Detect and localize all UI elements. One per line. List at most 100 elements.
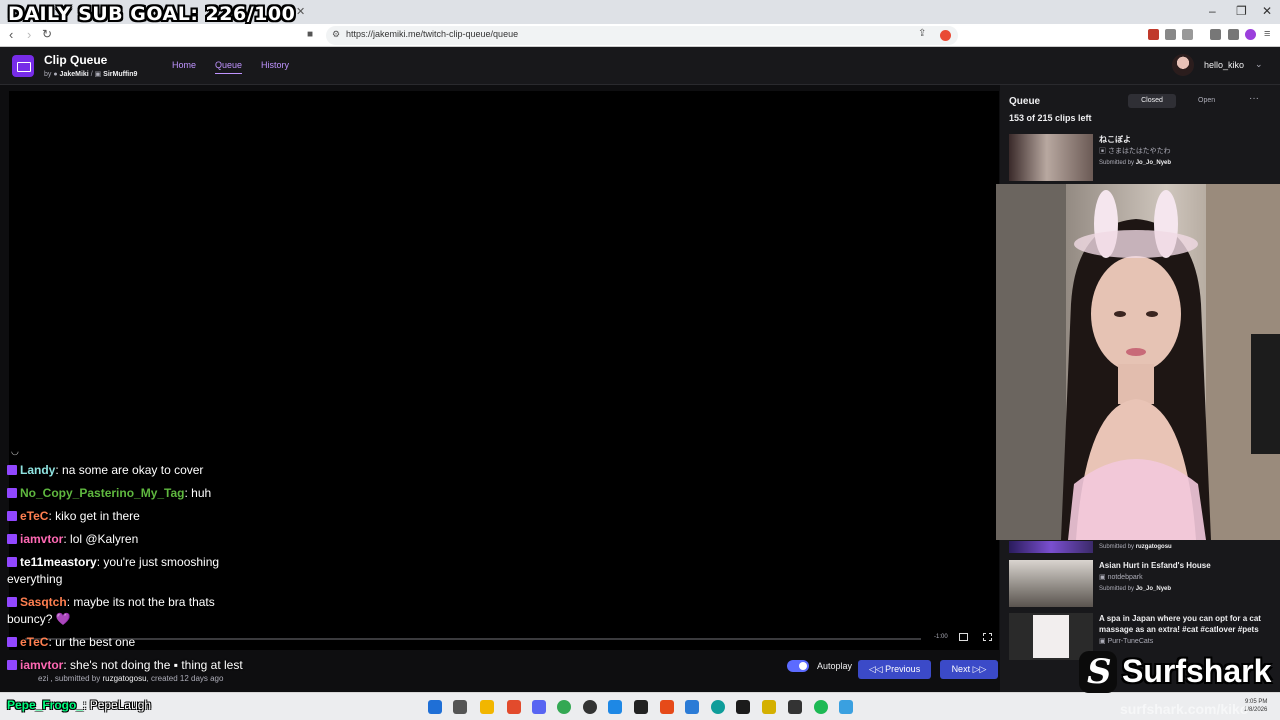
credits-author1[interactable]: JakeMiki — [60, 71, 89, 78]
chat-message: te11meastory: you're just smooshing ever… — [7, 555, 220, 586]
window-icon[interactable] — [685, 700, 699, 714]
surfshark-watermark: Surfshark — [1122, 653, 1272, 689]
queue-count: 153 of 215 clips left — [1009, 113, 1092, 123]
site-info-icon[interactable]: ⚙ — [332, 29, 340, 40]
twitch-logo-icon[interactable] — [12, 55, 34, 77]
capcut-icon[interactable] — [634, 700, 648, 714]
queue-open-button[interactable]: Open — [1198, 97, 1215, 104]
twitch-badge-icon — [7, 465, 17, 475]
puzzle-icon[interactable] — [1165, 29, 1176, 40]
brave-shield-icon[interactable] — [940, 30, 951, 41]
chat-message: eTeC: ur the best one — [7, 634, 257, 651]
submitted-by-label: Submitted by — [1099, 586, 1135, 592]
chat-message: Landy: na some are okay to cover — [7, 462, 257, 479]
username[interactable]: hello_kiko — [1204, 60, 1244, 70]
submitted-by-label: Submitted by — [1099, 160, 1135, 166]
sidebar-icon[interactable] — [1182, 29, 1193, 40]
nav-history[interactable]: History — [261, 60, 289, 70]
clip-channel: ▣ さまはたはたやたわ — [1099, 148, 1171, 155]
chat-nick: Sasqtch — [20, 595, 67, 609]
app-credits: by ● JakeMiki / ▣ SirMuffin9 — [44, 70, 137, 78]
volume-icon[interactable]: ◡ — [11, 446, 19, 457]
app-icon[interactable] — [608, 700, 622, 714]
submitted-by-label: Submitted by — [1099, 544, 1135, 550]
clip-channel: ▣ notdebpark — [1099, 574, 1143, 581]
chat-message: iamvtor: lol @Kalyren — [7, 531, 257, 548]
maximize-icon[interactable]: ❐ — [1236, 4, 1247, 18]
surfshark-url: surfshark.com/kiko — [1120, 701, 1249, 717]
menu-icon[interactable]: ≡ — [1264, 28, 1270, 40]
twitch-badge-icon — [7, 488, 17, 498]
chrome-icon[interactable] — [557, 700, 571, 714]
terminal-icon[interactable] — [788, 700, 802, 714]
credits-by: by — [44, 71, 52, 78]
clip-channel-name: さまはたはたやたわ — [1107, 148, 1171, 155]
close-window-icon[interactable]: ✕ — [1262, 4, 1272, 18]
time-remaining: -1:00 — [934, 634, 948, 640]
brave-icon[interactable] — [507, 700, 521, 714]
edge-icon[interactable] — [711, 700, 725, 714]
profile-icon[interactable] — [1245, 29, 1256, 40]
chat-message: No_Copy_Pasterino_My_Tag: huh — [7, 485, 257, 502]
next-button[interactable]: Next ▷▷ — [940, 660, 998, 679]
chat-message: iamvtor: she's not doing the ▪ thing at … — [7, 657, 257, 674]
twitch-badge-icon — [7, 534, 17, 544]
app2-icon[interactable] — [762, 700, 776, 714]
previous-button[interactable]: ◁◁ Previous — [858, 660, 931, 679]
twitch-badge-icon — [7, 660, 17, 670]
url-text: https://jakemiki.me/twitch-clip-queue/qu… — [346, 29, 519, 39]
forward-icon[interactable]: › — [27, 27, 31, 42]
autoplay-label: Autoplay — [817, 661, 853, 671]
share-icon[interactable]: ⇪ — [918, 28, 926, 39]
app-header: Clip Queue by ● JakeMiki / ▣ SirMuffin9 … — [0, 47, 1280, 85]
queue-item[interactable]: ねこぼよ ▣ さまはたはたやたわ Submitted by Jo_Jo_Nyeb — [1009, 134, 1277, 182]
submitter-name: ruzgatogosu — [1135, 544, 1172, 550]
pip-icon[interactable] — [959, 633, 968, 641]
credits-author2[interactable]: SirMuffin9 — [103, 71, 137, 78]
start-icon[interactable] — [428, 700, 442, 714]
obs-icon[interactable] — [583, 700, 597, 714]
avatar[interactable] — [1172, 54, 1194, 76]
chat-nick: Landy — [20, 463, 56, 477]
tab-close-icon[interactable]: ✕ — [296, 5, 305, 18]
media-icon[interactable] — [1210, 29, 1221, 40]
chat-text: ur the best one — [55, 635, 136, 649]
next-label: Next — [951, 664, 971, 674]
rewind-icon: ◁◁ — [868, 664, 883, 674]
discord-icon[interactable] — [532, 700, 546, 714]
notepad-icon[interactable] — [839, 700, 853, 714]
submitter-name: Jo_Jo_Nyeb — [1135, 586, 1172, 592]
queue-closed-button[interactable]: Closed — [1128, 94, 1176, 108]
twitch-badge-icon — [7, 597, 17, 607]
address-bar[interactable]: ⚙ https://jakemiki.me/twitch-clip-queue/… — [326, 26, 958, 45]
extension-icon[interactable] — [1148, 29, 1159, 40]
chat-nick: te11meastory — [20, 555, 97, 569]
minimize-icon[interactable]: – — [1209, 4, 1216, 18]
queue-item[interactable]: Submitted by ruzgatogosu — [1009, 541, 1277, 555]
clip-title-text: A spa in Japan where you can opt for a c… — [1099, 614, 1261, 634]
spotify-icon[interactable] — [814, 700, 828, 714]
queue-item[interactable]: Asian Hurt in Esfand's House ▣ notdebpark… — [1009, 560, 1277, 608]
queue-title: Queue — [1009, 96, 1041, 107]
clip-meta-suffix: , created 12 days ago — [146, 674, 224, 683]
search-icon[interactable] — [453, 700, 467, 714]
twitch-icon: ▣ — [94, 71, 102, 78]
bookmark-icon[interactable]: ■ — [307, 29, 313, 40]
download-icon[interactable] — [1228, 29, 1239, 40]
submitter-name: Jo_Jo_Nyeb — [1135, 160, 1172, 166]
file-explorer-icon[interactable] — [480, 700, 494, 714]
back-icon[interactable]: ‹ — [9, 27, 13, 42]
nav-home[interactable]: Home — [172, 60, 196, 70]
excel-icon[interactable] — [736, 700, 750, 714]
twitch-badge-icon — [7, 557, 17, 567]
clip-title: ねこぼよ ▣ さまはたはたやたわ — [1099, 134, 1274, 157]
chevron-down-icon[interactable]: ⌄ — [1255, 59, 1263, 70]
reload-icon[interactable]: ↻ — [42, 27, 52, 41]
autoplay-toggle[interactable] — [787, 660, 809, 672]
more-options-icon[interactable]: ··· — [1249, 93, 1259, 104]
fullscreen-icon[interactable] — [983, 633, 992, 641]
brave-alt-icon[interactable] — [660, 700, 674, 714]
daily-sub-goal-overlay: DAILY SUB GOAL: 226/100 — [8, 3, 296, 25]
clip-meta-submitter[interactable]: ruzgatogosu — [102, 674, 146, 683]
nav-queue[interactable]: Queue — [215, 60, 243, 74]
